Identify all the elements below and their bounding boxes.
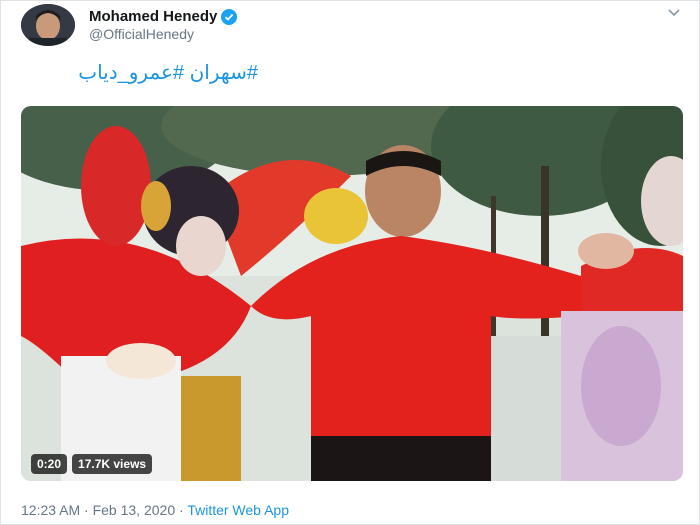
tweet-card: Mohamed Henedy @OfficialHenedy #سهران #ع… <box>0 0 700 525</box>
video-elapsed-time: 0:20 <box>31 454 68 474</box>
video-view-count: 17.7K views <box>72 454 153 474</box>
author-name-row[interactable]: Mohamed Henedy <box>89 8 238 25</box>
tweet-timestamp[interactable]: 12:23 AM · Feb 13, 2020 <box>21 502 175 518</box>
avatar[interactable] <box>21 4 75 46</box>
chevron-down-icon[interactable] <box>667 7 681 17</box>
author-name[interactable]: Mohamed Henedy <box>89 8 217 25</box>
video-frame <box>21 106 683 481</box>
tweet-meta: 12:23 AM · Feb 13, 2020 · Twitter Web Ap… <box>21 502 289 518</box>
video-overlay: 0:20 17.7K views <box>31 454 153 474</box>
meta-separator: · <box>175 502 188 518</box>
tweet-video[interactable]: 0:20 17.7K views <box>21 106 683 481</box>
author-handle[interactable]: @OfficialHenedy <box>89 26 194 42</box>
verified-badge-icon <box>221 8 238 25</box>
tweet-text[interactable]: #سهران #عمرو_دياب <box>78 60 258 85</box>
tweet-source-app[interactable]: Twitter Web App <box>187 502 289 518</box>
